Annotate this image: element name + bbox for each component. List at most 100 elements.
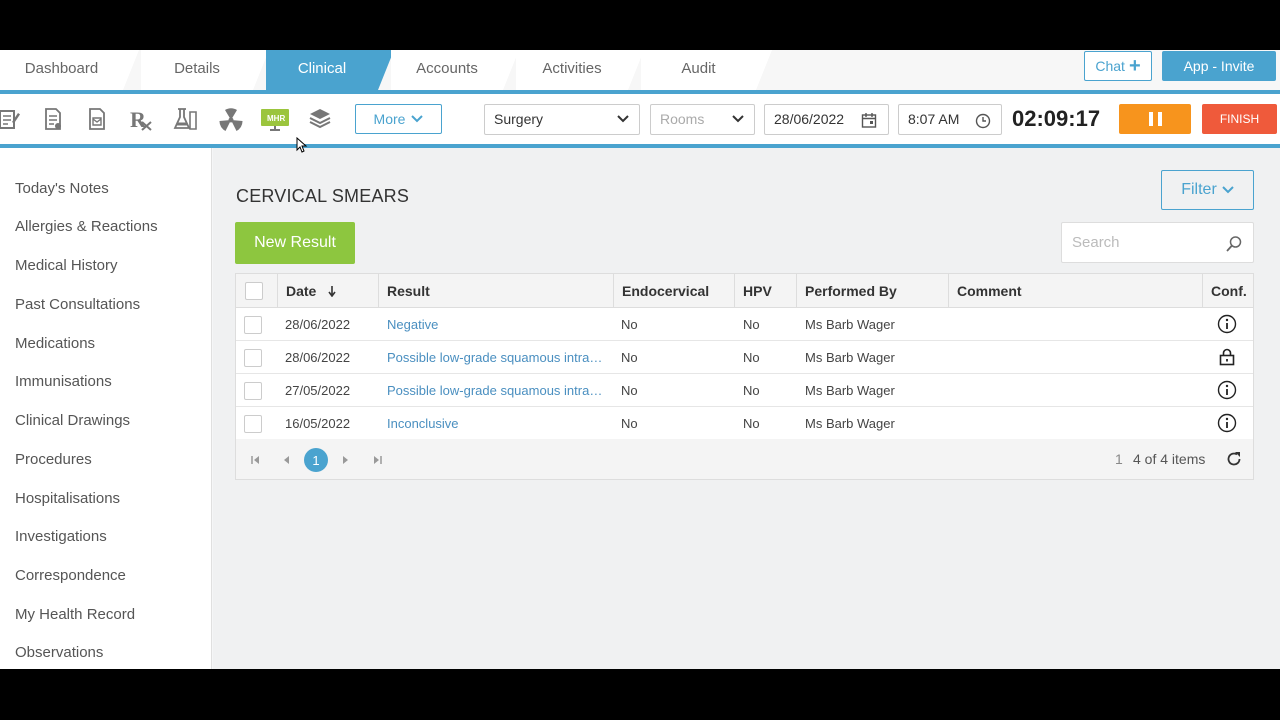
table-header: Date Result Endocervical HPV Performed B… (236, 274, 1253, 308)
date-picker[interactable]: 28/06/2022 (764, 104, 889, 135)
sidebar-item-hospitalisations[interactable]: Hospitalisations (15, 490, 120, 507)
info-icon[interactable] (1217, 380, 1237, 400)
select-all-checkbox[interactable] (245, 282, 263, 300)
pager-info: 4 of 4 items (1133, 451, 1206, 467)
row-checkbox[interactable] (244, 415, 262, 433)
sidebar-item-investigations[interactable]: Investigations (15, 528, 107, 545)
letter-icon[interactable] (84, 106, 110, 132)
search-box (1061, 222, 1254, 263)
mouse-cursor-icon (296, 137, 308, 153)
table-row[interactable]: 27/05/2022 Possible low-grade squamous i… (236, 374, 1253, 407)
time-picker[interactable]: 8:07 AM (898, 104, 1002, 135)
sidebar-item-todays-notes[interactable]: Today's Notes (15, 180, 109, 197)
clock-icon[interactable] (975, 113, 991, 129)
last-page-button[interactable] (365, 448, 389, 472)
document-icon[interactable] (40, 106, 66, 132)
chevron-down-icon (1222, 186, 1234, 194)
chat-button[interactable]: Chat + (1084, 51, 1152, 81)
sidebar-item-past-consultations[interactable]: Past Consultations (15, 296, 140, 313)
page-1-button[interactable]: 1 (304, 448, 328, 472)
chevron-down-icon (617, 115, 629, 123)
prev-page-button[interactable] (274, 448, 298, 472)
tab-accounts[interactable]: Accounts (391, 50, 519, 90)
sidebar-item-correspondence[interactable]: Correspondence (15, 567, 126, 584)
date-value: 28/06/2022 (774, 111, 845, 127)
calendar-icon[interactable] (861, 112, 877, 128)
tab-audit[interactable]: Audit (641, 50, 772, 90)
tab-clinical[interactable]: Clinical (266, 50, 394, 90)
row-endocervical: No (621, 416, 638, 431)
row-result-link[interactable]: Possible low-grade squamous intraepithel… (387, 374, 603, 407)
location-select[interactable]: Surgery (484, 104, 640, 135)
stack-icon[interactable] (307, 106, 333, 132)
last-page-icon (373, 456, 382, 464)
sidebar-item-medical-history[interactable]: Medical History (15, 257, 118, 274)
next-page-button[interactable] (334, 448, 358, 472)
tab-dashboard[interactable]: Dashboard (0, 50, 139, 90)
notes-icon[interactable] (0, 106, 22, 132)
sidebar-item-medications[interactable]: Medications (15, 335, 95, 352)
pause-button[interactable] (1119, 104, 1191, 134)
search-input[interactable] (1062, 223, 1222, 262)
row-hpv: No (743, 383, 760, 398)
info-icon[interactable] (1217, 314, 1237, 334)
row-checkbox[interactable] (244, 349, 262, 367)
location-value: Surgery (494, 111, 544, 127)
column-header-comment[interactable]: Comment (948, 274, 1202, 308)
row-hpv: No (743, 416, 760, 431)
row-date: 28/06/2022 (285, 317, 351, 332)
sidebar-item-my-health-record[interactable]: My Health Record (15, 606, 135, 623)
tab-details[interactable]: Details (141, 50, 269, 90)
finish-button[interactable]: FINISH (1202, 104, 1277, 134)
refresh-icon[interactable] (1226, 451, 1242, 467)
next-page-icon (343, 456, 348, 464)
sidebar-item-procedures[interactable]: Procedures (15, 451, 92, 468)
more-button[interactable]: More (355, 104, 442, 134)
row-checkbox[interactable] (244, 382, 262, 400)
first-page-button[interactable] (243, 448, 267, 472)
row-endocervical: No (621, 317, 638, 332)
sidebar-item-immunisations[interactable]: Immunisations (15, 373, 112, 390)
radiation-icon[interactable] (218, 106, 244, 132)
table-row[interactable]: 16/05/2022 Inconclusive No No Ms Barb Wa… (236, 407, 1253, 440)
filter-button[interactable]: Filter (1161, 170, 1254, 210)
first-page-icon (250, 456, 259, 464)
chevron-down-icon (732, 115, 744, 123)
column-header-performed-by[interactable]: Performed By (796, 274, 948, 308)
row-comment (957, 341, 1197, 374)
sidebar-item-clinical-drawings[interactable]: Clinical Drawings (15, 412, 130, 429)
row-performed-by: Ms Barb Wager (805, 350, 895, 365)
results-table: Date Result Endocervical HPV Performed B… (235, 273, 1254, 480)
main-content: CERVICAL SMEARS Filter New Result Date R… (213, 148, 1280, 669)
lock-icon[interactable] (1217, 347, 1237, 367)
mhr-monitor-icon[interactable]: MHR (260, 106, 290, 132)
row-comment (957, 407, 1197, 440)
tab-activities[interactable]: Activities (516, 50, 644, 90)
new-result-button[interactable]: New Result (235, 222, 355, 264)
column-header-date[interactable]: Date (277, 274, 378, 308)
row-result-link[interactable]: Inconclusive (387, 407, 607, 440)
column-header-result[interactable]: Result (378, 274, 613, 308)
sidebar-item-allergies[interactable]: Allergies & Reactions (15, 218, 158, 235)
column-header-conf[interactable]: Conf. (1202, 274, 1253, 308)
row-checkbox[interactable] (244, 316, 262, 334)
column-header-endocervical[interactable]: Endocervical (613, 274, 734, 308)
row-endocervical: No (621, 383, 638, 398)
prescription-icon[interactable]: R (128, 106, 154, 132)
column-header-hpv[interactable]: HPV (734, 274, 796, 308)
plus-icon: + (1128, 55, 1141, 77)
rooms-select[interactable]: Rooms (650, 104, 755, 135)
table-row[interactable]: 28/06/2022 Negative No No Ms Barb Wager (236, 308, 1253, 341)
date-header-label: Date (286, 283, 317, 299)
page-number-indicator: 1 (1115, 451, 1123, 467)
info-icon[interactable] (1217, 413, 1237, 433)
rooms-placeholder: Rooms (660, 111, 705, 127)
row-result-link[interactable]: Possible low-grade squamous intraepithel… (387, 341, 603, 374)
app-invite-button[interactable]: App - Invite (1162, 51, 1276, 81)
sidebar-item-observations[interactable]: Observations (15, 644, 103, 661)
search-icon[interactable] (1225, 235, 1243, 253)
row-result-link[interactable]: Negative (387, 308, 607, 341)
clinical-sidebar: Today's Notes Allergies & Reactions Medi… (0, 148, 212, 669)
table-row[interactable]: 28/06/2022 Possible low-grade squamous i… (236, 341, 1253, 374)
lab-flask-icon[interactable] (172, 106, 198, 132)
